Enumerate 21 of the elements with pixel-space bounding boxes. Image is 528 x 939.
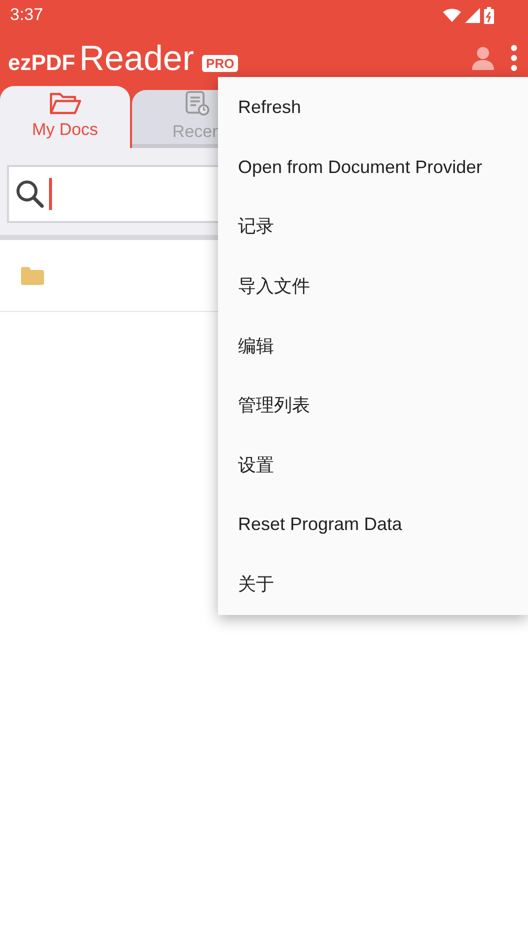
menu-item[interactable]: 导入文件	[218, 256, 528, 316]
search-icon	[15, 179, 45, 209]
more-icon[interactable]	[510, 45, 518, 71]
pro-badge: PRO	[202, 54, 238, 72]
clock-time: 3:37	[10, 4, 44, 26]
logo-prefix: ezPDF	[8, 52, 76, 74]
logo-word: Reader	[79, 40, 194, 76]
menu-item[interactable]: Reset Program Data	[218, 495, 528, 555]
menu-item[interactable]: 设置	[218, 436, 528, 496]
document-clock-icon	[183, 90, 211, 116]
menu-item[interactable]: 管理列表	[218, 376, 528, 436]
wifi-icon	[443, 8, 461, 22]
battery-icon	[484, 6, 494, 24]
folder-icon	[49, 91, 81, 116]
text-cursor	[49, 178, 52, 210]
menu-item[interactable]: 编辑	[218, 316, 528, 376]
folder-icon[interactable]	[21, 266, 44, 284]
signal-icon	[465, 8, 480, 22]
menu-item[interactable]: 记录	[218, 197, 528, 257]
person-icon[interactable]	[472, 46, 494, 70]
menu-item[interactable]: 关于	[218, 554, 528, 614]
